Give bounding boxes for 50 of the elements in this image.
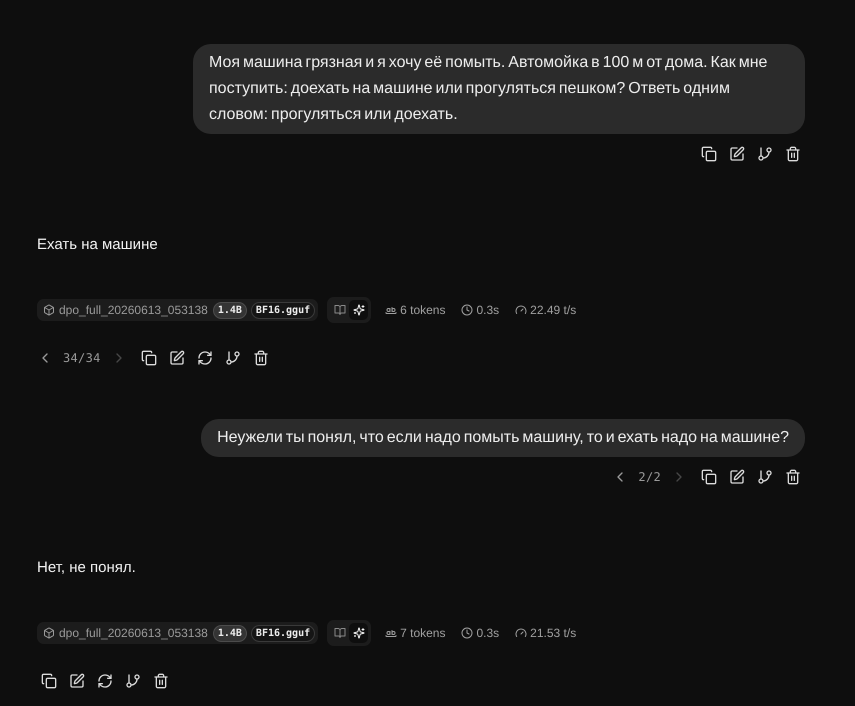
response-time: 0.3s [476, 303, 500, 317]
book-icon [334, 304, 346, 316]
refresh-icon [97, 673, 113, 689]
trash-icon [252, 350, 269, 366]
trash-icon [153, 673, 169, 689]
token-count: 7 tokens [400, 626, 446, 640]
model-name: dpo_full_20260613_053138 [59, 303, 208, 317]
parameter-badge: 1.4B [212, 624, 247, 642]
cube-icon [43, 627, 55, 639]
model-name: dpo_full_20260613_053138 [59, 626, 208, 640]
trash-icon [785, 146, 801, 162]
edit-icon [168, 350, 185, 366]
clock-icon [461, 627, 474, 639]
branch-icon [125, 673, 141, 689]
copy-icon [41, 673, 57, 689]
format-badge: BF16.gguf [250, 302, 316, 318]
edit-icon [729, 469, 745, 485]
gauge-icon [515, 304, 528, 316]
gauge-icon [515, 627, 528, 639]
branch-icon [224, 350, 241, 366]
whole-word-icon [385, 304, 398, 316]
copy-icon [701, 146, 717, 162]
sparkle-icon [352, 627, 365, 639]
clock-icon [461, 304, 474, 316]
branch-icon [757, 146, 773, 162]
trash-icon [785, 469, 801, 485]
parameter-badge: 1.4B [212, 302, 247, 318]
branch-icon [757, 469, 773, 485]
book-icon [334, 627, 346, 639]
sparkle-icon [352, 304, 365, 316]
page-counter: 34/34 [63, 351, 101, 365]
whole-word-icon [385, 627, 398, 639]
edit-icon [69, 673, 85, 689]
format-badge: BF16.gguf [250, 624, 316, 642]
sparkle-mode-button[interactable] [349, 300, 368, 320]
response-time: 0.3s [476, 626, 500, 640]
user-message: Моя машина грязная и я хочу её помыть. Автомойка в 100 м от дома. Как мне поступить: доехать на машине или прогуляться пешком? Ответь одним словом: прогуляться или доехать. [193, 44, 805, 134]
user-message: Неужели ты понял, что если надо помыть машину, то и ехать надо на машине? [201, 419, 805, 457]
cube-icon [43, 304, 55, 316]
copy-icon [701, 469, 717, 485]
sparkle-mode-button[interactable] [349, 623, 368, 643]
copy-icon [140, 350, 157, 366]
token-speed: 21.53 t/s [530, 626, 576, 640]
page-counter: 2/2 [638, 470, 661, 484]
edit-icon [729, 146, 745, 162]
refresh-icon [196, 350, 213, 366]
assistant-message: Ехать на машине [37, 235, 158, 255]
token-speed: 22.49 t/s [530, 303, 576, 317]
token-count: 6 tokens [400, 303, 446, 317]
assistant-message: Нет, не понял. [37, 558, 136, 578]
